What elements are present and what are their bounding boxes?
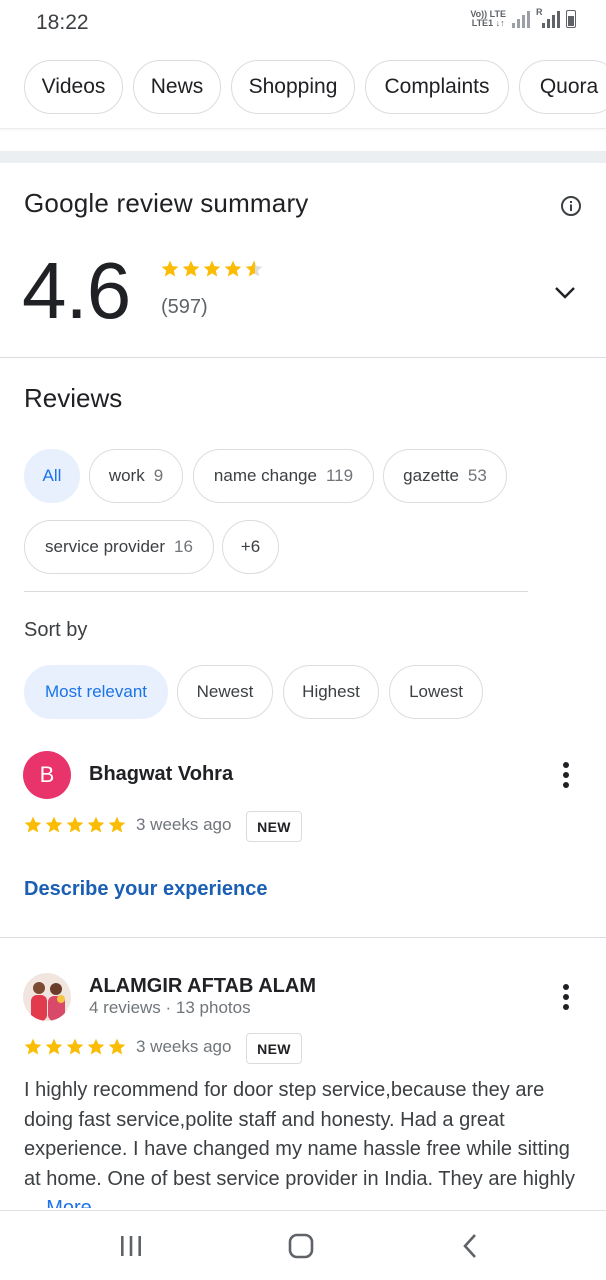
star-icon xyxy=(161,260,179,277)
status-bar: 18:22 Vo)) LTE LTE1 ↓↑ R xyxy=(0,0,606,50)
review-stars xyxy=(23,1037,127,1057)
review-count: (597) xyxy=(161,296,208,318)
review-text: I highly recommend for door step service… xyxy=(24,1076,584,1208)
recents-icon[interactable] xyxy=(113,1231,149,1261)
network-label: Vo)) LTE LTE1 ↓↑ xyxy=(470,9,506,28)
divider xyxy=(0,937,606,938)
reviewer-name[interactable]: ALAMGIR AFTAB ALAM xyxy=(89,975,316,998)
more-link[interactable]: More xyxy=(46,1197,92,1208)
back-icon[interactable] xyxy=(453,1231,489,1261)
roaming-signal-icon: R xyxy=(536,7,560,28)
star-icon xyxy=(224,260,242,277)
filter-chip-name-change[interactable]: name change 119 xyxy=(193,449,374,503)
new-badge: NEW xyxy=(246,1033,302,1064)
avatar[interactable]: B xyxy=(23,751,71,799)
half-star-icon xyxy=(245,260,263,277)
navigation-bar xyxy=(0,1211,606,1280)
chevron-down-icon[interactable] xyxy=(553,283,577,303)
tabs-divider xyxy=(0,128,606,129)
search-tabs: Videos News Shopping Complaints Quora xyxy=(0,60,606,116)
review-summary-title: Google review summary xyxy=(24,188,309,218)
more-options-icon[interactable] xyxy=(556,760,576,790)
tab-complaints[interactable]: Complaints xyxy=(365,60,509,114)
star-icon xyxy=(66,816,84,833)
signal-bars-icon xyxy=(512,10,530,28)
sort-most-relevant[interactable]: Most relevant xyxy=(24,665,168,719)
section-separator xyxy=(0,151,606,163)
reviews-heading: Reviews xyxy=(24,383,123,413)
battery-icon xyxy=(566,10,576,28)
tab-shopping[interactable]: Shopping xyxy=(231,60,355,114)
average-rating: 4.6 xyxy=(22,246,131,335)
review-time: 3 weeks ago xyxy=(136,815,232,834)
filter-chip-more[interactable]: +6 xyxy=(222,520,279,574)
sort-label: Sort by xyxy=(24,619,88,641)
filter-chip-work[interactable]: work 9 xyxy=(89,449,183,503)
star-icon xyxy=(203,260,221,277)
tab-videos[interactable]: Videos xyxy=(24,60,123,114)
divider xyxy=(0,357,606,358)
sort-highest[interactable]: Highest xyxy=(283,665,379,719)
reviewer-meta: 4 reviews · 13 photos xyxy=(89,998,251,1017)
avatar[interactable] xyxy=(23,973,71,1021)
review-body: I highly recommend for door step service… xyxy=(24,1079,576,1208)
tab-news[interactable]: News xyxy=(133,60,221,114)
star-icon xyxy=(182,260,200,277)
divider xyxy=(24,591,528,592)
sort-newest[interactable]: Newest xyxy=(177,665,273,719)
rating-stars xyxy=(160,259,264,279)
describe-experience-link[interactable]: Describe your experience xyxy=(24,878,267,901)
star-icon xyxy=(24,816,42,833)
more-options-icon[interactable] xyxy=(556,982,576,1012)
filter-chip-gazette[interactable]: gazette 53 xyxy=(383,449,507,503)
info-icon[interactable] xyxy=(559,194,583,218)
star-icon xyxy=(45,816,63,833)
new-badge: NEW xyxy=(246,811,302,842)
home-icon[interactable] xyxy=(283,1231,319,1261)
reviewer-name[interactable]: Bhagwat Vohra xyxy=(89,763,233,786)
star-icon xyxy=(24,1038,42,1055)
star-icon xyxy=(108,816,126,833)
filter-chip-all[interactable]: All xyxy=(24,449,80,503)
tab-quora[interactable]: Quora xyxy=(519,60,606,114)
star-icon xyxy=(87,1038,105,1055)
status-icons: Vo)) LTE LTE1 ↓↑ R xyxy=(470,7,576,28)
sort-lowest[interactable]: Lowest xyxy=(389,665,483,719)
star-icon xyxy=(66,1038,84,1055)
status-time: 18:22 xyxy=(36,11,89,34)
star-icon xyxy=(45,1038,63,1055)
review-stars xyxy=(23,815,127,835)
star-icon xyxy=(87,816,105,833)
star-icon xyxy=(108,1038,126,1055)
review-time: 3 weeks ago xyxy=(136,1037,232,1056)
filter-chip-service-provider[interactable]: service provider 16 xyxy=(24,520,214,574)
